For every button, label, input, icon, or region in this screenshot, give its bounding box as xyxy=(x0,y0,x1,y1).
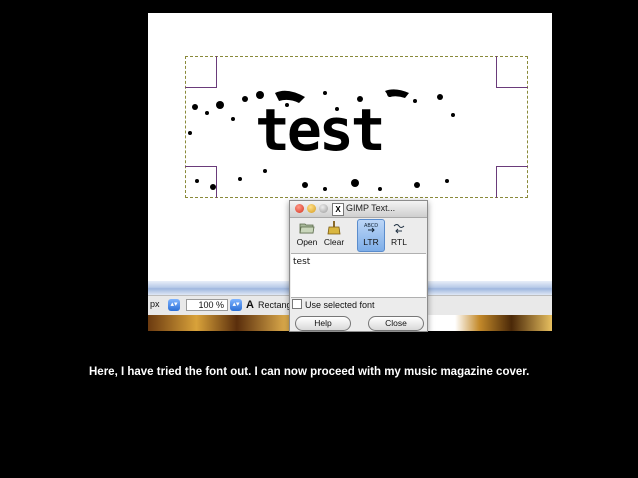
gimp-text-dialog: X GIMP Text... Open Clear ABCD LTR RTL t… xyxy=(289,200,428,332)
use-selected-font-checkbox[interactable] xyxy=(292,299,302,309)
slide-caption: Here, I have tried the font out. I can n… xyxy=(89,366,530,378)
resize-handle-bottom-right[interactable] xyxy=(496,166,528,198)
maximize-window-icon[interactable] xyxy=(319,204,328,213)
use-selected-font-label: Use selected font xyxy=(305,300,375,310)
close-button[interactable]: Close xyxy=(368,316,424,331)
status-message: Rectang xyxy=(258,300,292,310)
clear-broom-icon xyxy=(327,221,341,235)
ltr-toggle[interactable]: ABCD LTR xyxy=(357,219,385,252)
unit-select[interactable]: px xyxy=(150,299,160,309)
unit-spinner-icon[interactable]: ▴▾ xyxy=(168,299,180,311)
rtl-direction-icon xyxy=(393,224,405,234)
ltr-label: LTR xyxy=(363,237,379,247)
dialog-title: GIMP Text... xyxy=(346,203,396,213)
open-button[interactable]: Open xyxy=(295,220,319,250)
svg-text:ABCD: ABCD xyxy=(364,223,378,229)
close-window-icon[interactable] xyxy=(295,204,304,213)
clear-label: Clear xyxy=(323,237,345,247)
text-tool-icon: A xyxy=(246,299,254,311)
open-label: Open xyxy=(296,237,318,247)
x11-icon: X xyxy=(332,203,344,216)
zoom-spinner-icon[interactable]: ▴▾ xyxy=(230,299,242,311)
use-selected-font-row[interactable]: Use selected font xyxy=(292,299,375,310)
rtl-toggle[interactable]: RTL xyxy=(387,220,411,250)
rtl-label: RTL xyxy=(391,237,407,247)
resize-handle-top-right[interactable] xyxy=(496,56,528,88)
zoom-field[interactable]: 100 % xyxy=(186,299,228,311)
ltr-direction-icon: ABCD xyxy=(364,223,378,233)
clear-button[interactable]: Clear xyxy=(322,220,346,250)
folder-open-icon xyxy=(299,223,315,234)
minimize-window-icon[interactable] xyxy=(307,204,316,213)
resize-handle-top-left[interactable] xyxy=(185,56,217,88)
dialog-titlebar[interactable]: X GIMP Text... xyxy=(290,201,427,218)
help-button[interactable]: Help xyxy=(295,316,351,331)
canvas-text: test xyxy=(255,96,386,164)
text-input-area[interactable]: test xyxy=(291,253,426,298)
